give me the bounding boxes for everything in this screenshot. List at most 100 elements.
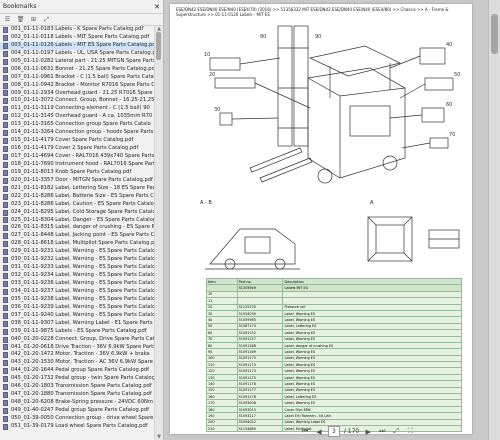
bookmarks-title: Bookmarks [3, 3, 37, 10]
bookmark-item[interactable]: 033_01-11-9236 Label, Warning - ES Spare… [0, 280, 155, 288]
options-icon[interactable]: ☰ [3, 16, 12, 24]
bookmark-label: 030_01-11-9232 Label, Warning - ES Spare… [11, 256, 155, 263]
bookmark-item[interactable]: 001_01-11-0183 Labels - K Spare Parts Ca… [0, 26, 155, 34]
bookmark-item[interactable]: 027_01-11-8448 Label, Jacking point - ES… [0, 232, 155, 240]
bookmark-label: 037_01-11-9240 Label, Warning - ES Spare… [11, 311, 155, 318]
bookmark-icon [3, 217, 8, 224]
bookmark-item[interactable]: 045_01-20-1732 Pedal group - twin Spare … [0, 375, 155, 383]
bookmark-item[interactable]: 004_01-11-0197 Labels - UL, USA Spare Pa… [0, 50, 155, 58]
bookmark-item[interactable]: 030_01-11-9232 Label, Warning - ES Spare… [0, 256, 155, 264]
bookmark-icon [3, 360, 8, 367]
bookmark-item[interactable]: 046_01-20-1803 Transmission Spare Parts … [0, 383, 155, 391]
bookmark-item[interactable]: 029_01-11-9231 Label, Warning - ES Spare… [0, 248, 155, 256]
fit-page-icon[interactable]: ⤢ [391, 427, 401, 437]
bookmark-icon [3, 312, 8, 319]
page-navigation-bar: ⏮ ◀ 3 / 170 ▶ ⏭ ⤢ ⛶ [300, 425, 496, 438]
bookmark-item[interactable]: 019_01-11-8013 Knob Spare Parts Catalog.… [0, 169, 155, 177]
bookmark-item[interactable]: 044_01-20-1644 Pedal group Spare Parts C… [0, 367, 155, 375]
bookmark-item[interactable]: 011_01-11-3119 Connecting element - C (1… [0, 105, 155, 113]
bookmark-icon [3, 130, 8, 137]
bookmark-item[interactable]: 031_01-11-9233 Label, Warning - ES Spare… [0, 264, 155, 272]
bookmark-item[interactable]: 021_01-11-8182 Label, Lettering Size - 1… [0, 185, 155, 193]
bookmark-item[interactable]: 007_01-11-0961 Bracket - C (1.5 ball) Sp… [0, 74, 155, 82]
bookmark-label: 044_01-20-1644 Pedal group Spare Parts C… [11, 367, 149, 374]
bookmark-label: 032_01-11-9234 Label, Warning - ES Spare… [11, 272, 155, 279]
bookmarks-scrollbar[interactable]: ▲ ▼ [154, 26, 163, 440]
bookmark-icon [3, 400, 8, 407]
bookmark-item[interactable]: 041_01-20-0618 Drive Traction - 36V 6,9k… [0, 344, 155, 352]
bookmark-item[interactable]: 034_01-11-9237 Label, Warning - ES Spare… [0, 288, 155, 296]
detail-view-a-drawing [367, 216, 413, 262]
bookmark-item[interactable]: 020_01-11-3357 Door - MITGN Spare Parts … [0, 177, 155, 185]
bookmark-icon [3, 153, 8, 160]
bookmark-item[interactable]: 035_01-11-9238 Label, Warning - ES Spare… [0, 296, 155, 304]
page-number-input[interactable]: 3 [328, 426, 340, 437]
bookmark-item[interactable]: 042_01-20-1472 Motor, Traction - 36V 6,9… [0, 351, 155, 359]
bookmark-icon [3, 336, 8, 343]
bookmark-item[interactable]: 040_01-20-0228 Connect. Group, Drive Spa… [0, 336, 155, 344]
bookmark-label: 041_01-20-0618 Drive Traction - 36V 6,9k… [11, 343, 155, 350]
delete-bookmark-icon[interactable]: 🗑 [16, 16, 25, 24]
svg-text:70: 70 [449, 132, 455, 138]
bookmark-item[interactable]: 014_01-11-3264 Connection group - hoods … [0, 129, 155, 137]
bookmark-item[interactable]: 032_01-11-9234 Label, Warning - ES Spare… [0, 272, 155, 280]
forklift-exploded-drawing: 10 20 30 40 50 60 70 80 90 [204, 25, 460, 184]
bookmark-item[interactable]: 016_01-11-4179 Cover 2 Spare Parts Catal… [0, 145, 155, 153]
bookmark-label: 020_01-11-3357 Door - MITGN Spare Parts … [11, 176, 153, 183]
bookmark-item[interactable]: 006_01-11-0631 Bonnet - 21.25 Spare Part… [0, 66, 155, 74]
bookmark-item[interactable]: 010_01-11-3072 Connect. Group, Bonnet - … [0, 97, 155, 105]
close-icon[interactable]: ✕ [154, 3, 160, 11]
bookmark-item[interactable]: 008_01-11-0942 Bracket - Monitor R7016 S… [0, 82, 155, 90]
parts-table: Item Part no. Description 51355949 Labels… [206, 277, 462, 433]
last-page-icon[interactable]: ⏭ [377, 427, 387, 437]
bookmark-label: 033_01-11-9236 Label, Warning - ES Spare… [11, 280, 155, 286]
bookmark-item[interactable]: 002_01-11-0118 Labels - MIT Spare Parts … [0, 34, 155, 42]
bookmark-icon [3, 106, 8, 113]
bookmark-item[interactable]: 018_01-11-7690 Instrument hood - RAL7016… [0, 161, 155, 169]
bookmark-label: 022_01-11-8286 Label, Batterie Size - ES… [11, 192, 154, 199]
bookmark-item[interactable]: 012_01-11-3145 Overhead guard - A ca. 10… [0, 113, 155, 121]
bookmark-item[interactable]: 038_01-11-9307 Label, Warning Label - E1… [0, 320, 155, 328]
bookmark-item[interactable]: 015_01-11-4179 Cover Spare Parts Catalog… [0, 137, 155, 145]
bookmark-label: 027_01-11-8448 Label, Jacking point - ES… [11, 232, 155, 239]
bookmark-icon [3, 146, 8, 153]
bookmark-label: 010_01-11-3072 Connect. Group, Bonnet - … [11, 97, 155, 104]
bookmark-icon [3, 265, 8, 272]
bookmark-item[interactable]: 009_01-11-2934 Overhead guard - 21.25 R7… [0, 90, 155, 98]
bookmark-item[interactable]: 028_01-11-8618 Label, Multipilot Spare P… [0, 240, 155, 248]
bookmark-label: 046_01-20-1803 Transmission Spare Parts … [11, 383, 152, 390]
expand-bookmark-icon[interactable]: ⤢ [42, 16, 51, 24]
bookmark-item[interactable]: 050_01-39-0050 Connection group - drive … [0, 415, 155, 423]
document-scrollbar[interactable] [488, 0, 500, 440]
bookmark-item[interactable]: 025_01-11-8304 Label, Danger - ES Spare … [0, 217, 155, 225]
next-page-icon[interactable]: ▶ [363, 427, 373, 437]
bookmark-item[interactable]: 022_01-11-8286 Label, Batterie Size - ES… [0, 193, 155, 201]
previous-page-icon[interactable]: ◀ [314, 427, 324, 437]
bookmark-item[interactable]: 013_01-11-3165 Connection group Spare Pa… [0, 121, 155, 129]
bookmark-icon [3, 209, 8, 216]
first-page-icon[interactable]: ⏮ [300, 427, 310, 437]
fullscreen-icon[interactable]: ⛶ [405, 427, 415, 437]
bookmark-icon [3, 50, 8, 57]
bookmark-item[interactable]: 026_01-11-8315 Label, danger of crushing… [0, 224, 155, 232]
svg-text:10: 10 [204, 52, 210, 58]
bookmark-item[interactable]: 024_01-11-8295 Label, Cold Storage Spare… [0, 209, 155, 217]
document-scroll-thumb[interactable] [491, 14, 498, 54]
bookmark-item[interactable]: 051_01-39-0179 Load wheel Spare Parts Ca… [0, 423, 155, 431]
scroll-down-icon[interactable]: ▼ [155, 434, 163, 440]
bookmark-label: 007_01-11-0961 Bracket - C (1.5 ball) Sp… [11, 73, 155, 80]
bookmarks-scroll-thumb[interactable] [156, 32, 161, 60]
bookmark-item[interactable]: 017_01-11-4694 Cover - RAL7016 439x740 S… [0, 153, 155, 161]
bookmark-item[interactable]: 047_01-20-1880 Transmission Spare Parts … [0, 391, 155, 399]
bookmark-item[interactable]: 039_01-11-9875 Labels - ES Spare Parts C… [0, 328, 155, 336]
add-bookmark-icon[interactable]: ⊞ [29, 16, 38, 24]
bookmark-item[interactable]: 043_01-20-1530 Motor, Traction - AC 36V … [0, 359, 155, 367]
bookmark-item[interactable]: 003_01-11-0126 Labels - MIT ES Spare Par… [0, 41, 155, 50]
bookmark-icon [3, 98, 8, 105]
bookmark-item[interactable]: 048_01-20-6208 Brake-Spring pressure - 2… [0, 399, 155, 407]
bookmark-item[interactable]: 036_01-11-9239 Label, Warning - ES Spare… [0, 304, 155, 312]
bookmark-item[interactable]: 005_01-11-0282 Lateral part - 21.25 MITG… [0, 58, 155, 66]
bookmark-item[interactable]: 037_01-11-9240 Label, Warning - ES Spare… [0, 312, 155, 320]
bookmark-item[interactable]: 023_01-11-8286 Label, Caution - ES Spare… [0, 201, 155, 209]
bookmark-item[interactable]: 049_01-40-0247 Pedal group Spare Parts C… [0, 407, 155, 415]
